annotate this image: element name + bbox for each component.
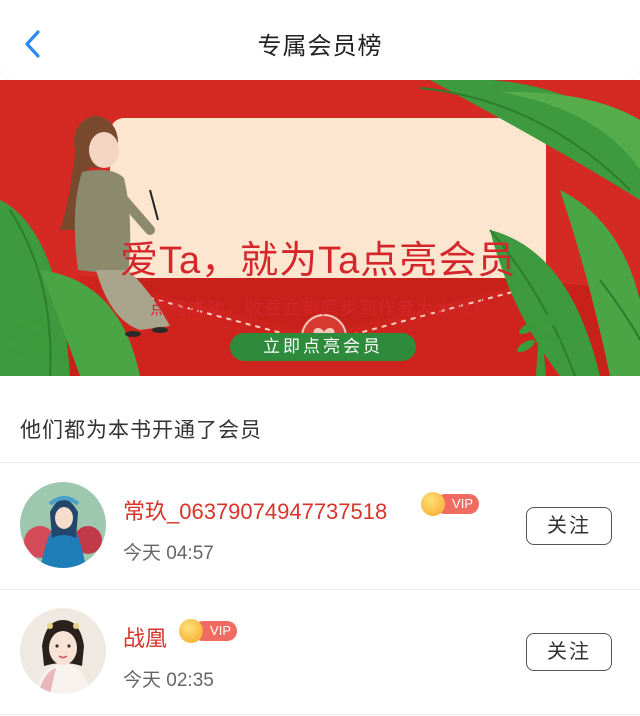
list-item: 常玖_06379074947737518 VIP 今天 04:57 关注 (0, 463, 640, 589)
banner-subtitle: 点亮成功，收益立刻同步到作者大大账户 (150, 299, 492, 319)
member-name[interactable]: 常玖_06379074947737518 (123, 494, 387, 526)
banner-title: 爱Ta，就为Ta点亮会员 (120, 240, 517, 282)
crown-icon (421, 492, 445, 516)
light-up-membership-button[interactable]: 立即点亮会员 (230, 333, 416, 361)
follow-button[interactable]: 关注 (526, 633, 612, 671)
member-time: 今天 04:57 (123, 543, 214, 564)
member-name[interactable]: 战凰 (123, 621, 167, 653)
crown-icon (179, 619, 203, 643)
nav-header: 专属会员榜 (0, 0, 640, 80)
promo-banner[interactable]: 爱Ta，就为Ta点亮会员 点亮成功，收益立刻同步到作者大大账户 立即点亮会员 (0, 80, 640, 376)
avatar[interactable] (20, 482, 106, 568)
avatar-image (20, 482, 106, 568)
vip-badge: VIP (421, 492, 481, 516)
vip-badge: VIP (179, 619, 239, 643)
list-item: 战凰 VIP 今天 02:35 关注 (0, 590, 640, 716)
follow-button[interactable]: 关注 (526, 507, 612, 545)
page-title: 专属会员榜 (257, 32, 383, 60)
banner-illustration (0, 80, 640, 376)
member-ranking-page: 专属会员榜 爱Ta，就为Ta点亮会员 点亮成功，收益立刻同步到作者大大账户 立即… (0, 0, 640, 715)
avatar[interactable] (20, 608, 106, 694)
member-time: 今天 02:35 (123, 670, 214, 691)
section-title: 他们都为本书开通了会员 (20, 418, 262, 442)
avatar-image (20, 608, 106, 694)
